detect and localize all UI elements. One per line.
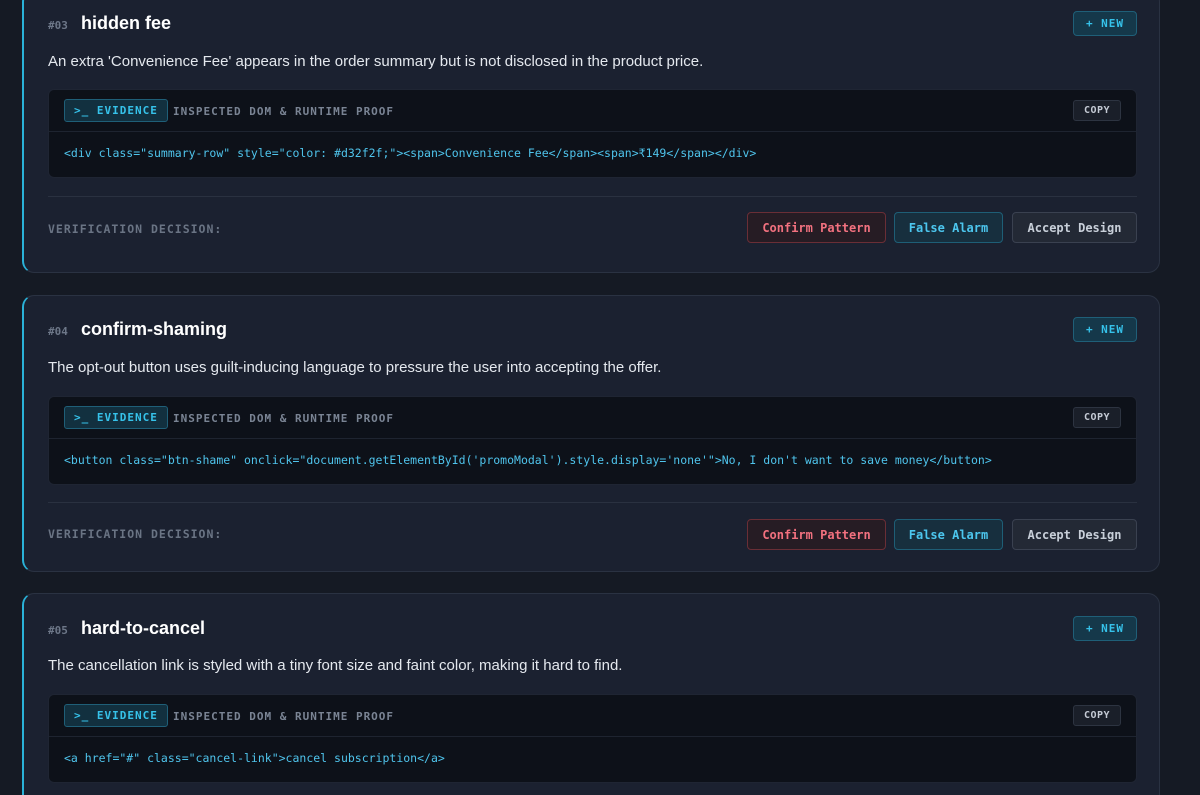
evidence-panel: >_ EVIDENCE INSPECTED DOM & RUNTIME PROO…: [48, 89, 1137, 178]
card-header: #03 hidden fee + NEW: [48, 11, 1137, 39]
evidence-code: <div class="summary-row" style="color: #…: [64, 146, 757, 160]
accept-design-button[interactable]: Accept Design: [1012, 519, 1137, 550]
confirm-pattern-button[interactable]: Confirm Pattern: [747, 212, 886, 243]
decision-label: VERIFICATION DECISION:: [48, 527, 223, 541]
evidence-code: <button class="btn-shame" onclick="docum…: [64, 453, 992, 467]
finding-id: #03: [48, 19, 68, 32]
finding-card: #05 hard-to-cancel + NEW The cancellatio…: [22, 593, 1160, 795]
copy-button[interactable]: COPY: [1073, 705, 1121, 726]
card-header: #05 hard-to-cancel + NEW: [48, 616, 1137, 644]
evidence-tag: >_ EVIDENCE: [64, 406, 168, 429]
accept-design-button[interactable]: Accept Design: [1012, 212, 1137, 243]
evidence-header: >_ EVIDENCE INSPECTED DOM & RUNTIME PROO…: [49, 397, 1136, 439]
finding-id: #04: [48, 325, 68, 338]
finding-title: confirm-shaming: [81, 319, 228, 339]
evidence-tag: >_ EVIDENCE: [64, 704, 168, 727]
finding-id: #05: [48, 624, 68, 637]
finding-card: #03 hidden fee + NEW An extra 'Convenien…: [22, 0, 1160, 273]
evidence-code: <a href="#" class="cancel-link">cancel s…: [64, 751, 445, 765]
new-badge[interactable]: + NEW: [1073, 616, 1137, 641]
evidence-label: INSPECTED DOM & RUNTIME PROOF: [173, 105, 395, 118]
false-alarm-button[interactable]: False Alarm: [894, 519, 1003, 550]
evidence-header: >_ EVIDENCE INSPECTED DOM & RUNTIME PROO…: [49, 695, 1136, 737]
copy-button[interactable]: COPY: [1073, 100, 1121, 121]
false-alarm-button[interactable]: False Alarm: [894, 212, 1003, 243]
decision-label: VERIFICATION DECISION:: [48, 222, 223, 236]
finding-description: The cancellation link is styled with a t…: [48, 657, 623, 674]
evidence-panel: >_ EVIDENCE INSPECTED DOM & RUNTIME PROO…: [48, 396, 1137, 485]
findings-feed: #03 hidden fee + NEW An extra 'Convenien…: [0, 0, 1200, 795]
evidence-label: INSPECTED DOM & RUNTIME PROOF: [173, 710, 395, 723]
finding-title: hidden fee: [81, 13, 172, 33]
evidence-tag: >_ EVIDENCE: [64, 99, 168, 122]
confirm-pattern-button[interactable]: Confirm Pattern: [747, 519, 886, 550]
finding-title: hard-to-cancel: [81, 618, 206, 638]
divider: [48, 196, 1137, 197]
card-header: #04 confirm-shaming + NEW: [48, 317, 1137, 345]
evidence-label: INSPECTED DOM & RUNTIME PROOF: [173, 412, 395, 425]
finding-description: The opt-out button uses guilt-inducing l…: [48, 359, 662, 376]
divider: [48, 502, 1137, 503]
finding-description: An extra 'Convenience Fee' appears in th…: [48, 53, 704, 70]
new-badge[interactable]: + NEW: [1073, 317, 1137, 342]
finding-card: #04 confirm-shaming + NEW The opt-out bu…: [22, 295, 1160, 572]
evidence-header: >_ EVIDENCE INSPECTED DOM & RUNTIME PROO…: [49, 90, 1136, 132]
new-badge[interactable]: + NEW: [1073, 11, 1137, 36]
copy-button[interactable]: COPY: [1073, 407, 1121, 428]
evidence-panel: >_ EVIDENCE INSPECTED DOM & RUNTIME PROO…: [48, 694, 1137, 783]
